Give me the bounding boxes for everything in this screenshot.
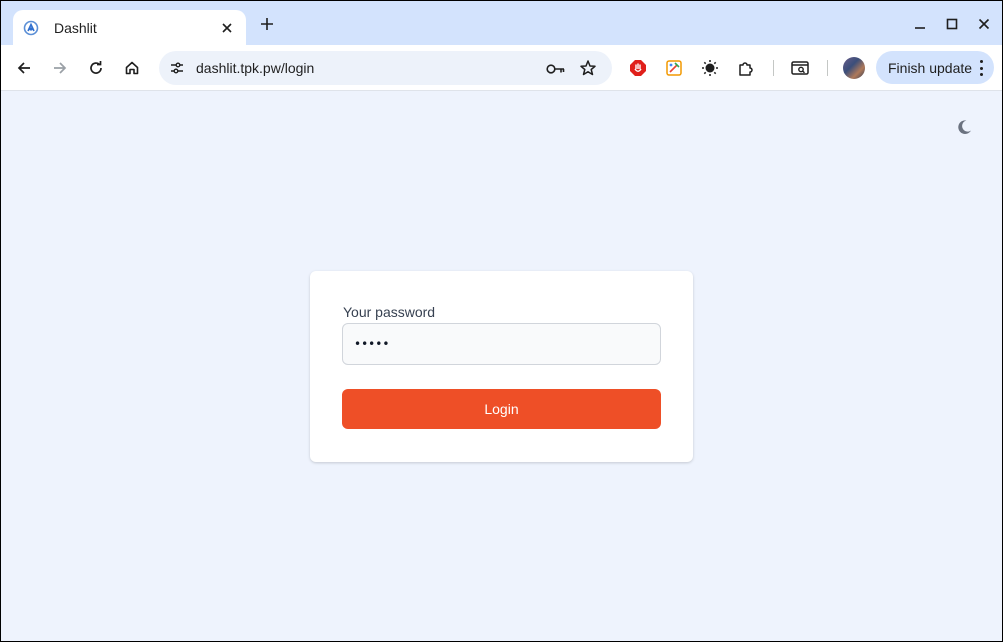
- extensions-puzzle-icon[interactable]: [734, 56, 758, 80]
- profile-avatar[interactable]: [843, 57, 865, 79]
- password-input[interactable]: [342, 323, 661, 365]
- adblock-extension-icon[interactable]: [626, 56, 650, 80]
- color-picker-extension-icon[interactable]: [662, 56, 686, 80]
- new-tab-button[interactable]: [256, 13, 278, 35]
- tab-strip: Dashlit: [1, 1, 1002, 45]
- minimize-button[interactable]: [910, 14, 930, 34]
- page-content: Your password Login: [1, 91, 1002, 641]
- tab-search-icon[interactable]: [788, 56, 812, 80]
- login-card: Your password Login: [310, 271, 693, 462]
- reload-button[interactable]: [84, 56, 108, 80]
- browser-toolbar: dashlit.tpk.pw/login Finish update: [1, 45, 1002, 91]
- more-menu-icon[interactable]: [979, 60, 983, 76]
- site-settings-icon[interactable]: [166, 57, 188, 79]
- tab-dashlit[interactable]: Dashlit: [13, 10, 246, 45]
- close-window-button[interactable]: [974, 14, 994, 34]
- password-label: Your password: [343, 304, 436, 320]
- finish-update-button[interactable]: Finish update: [876, 51, 994, 84]
- maximize-button[interactable]: [942, 14, 962, 34]
- password-key-icon[interactable]: [546, 59, 566, 79]
- back-button[interactable]: [12, 56, 36, 80]
- dashlit-logo-icon: [23, 20, 39, 36]
- sun-extension-icon[interactable]: [698, 56, 722, 80]
- tab-title: Dashlit: [54, 19, 97, 36]
- login-button[interactable]: Login: [342, 389, 661, 429]
- forward-button[interactable]: [48, 56, 72, 80]
- url-text: dashlit.tpk.pw/login: [196, 60, 315, 76]
- finish-update-label: Finish update: [888, 59, 973, 76]
- home-button[interactable]: [120, 56, 144, 80]
- address-bar[interactable]: dashlit.tpk.pw/login: [159, 51, 612, 85]
- tab-close-icon[interactable]: [218, 19, 236, 37]
- toolbar-separator: [827, 60, 828, 76]
- toolbar-separator: [773, 60, 774, 76]
- browser-window: Dashlit dashlit.tpk.pw/login Finish upda…: [1, 1, 1002, 641]
- bookmark-star-icon[interactable]: [578, 58, 598, 78]
- moon-icon[interactable]: [954, 117, 974, 137]
